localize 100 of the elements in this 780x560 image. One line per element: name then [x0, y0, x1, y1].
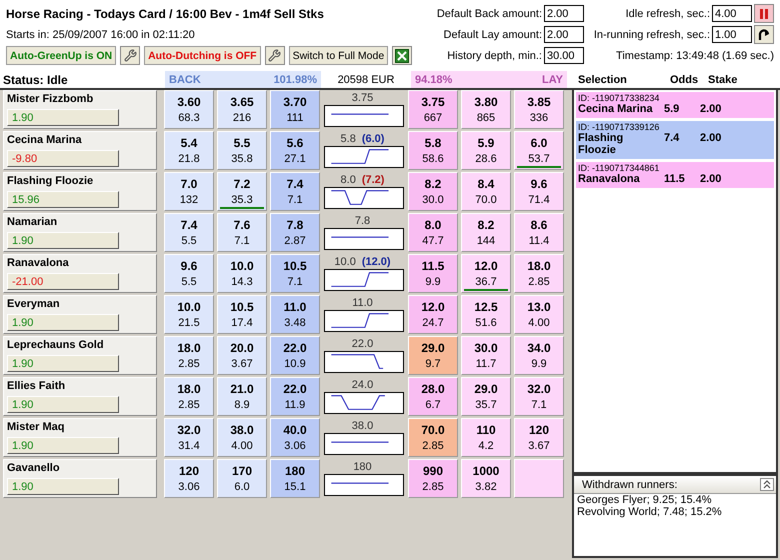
refresh-button[interactable]: [754, 25, 774, 44]
back-price-cell[interactable]: 32.0 31.4: [164, 418, 214, 457]
input-field[interactable]: 30.00: [544, 47, 584, 64]
lay-price-cell[interactable]: 12.0 24.7: [408, 295, 458, 334]
lay-price-cell[interactable]: 1000 3.82: [461, 459, 511, 498]
lay-price-cell[interactable]: 12.5 51.6: [461, 295, 511, 334]
last-price: 180: [353, 460, 372, 472]
lay-price-cell[interactable]: 13.0 4.00: [514, 295, 564, 334]
back-price-cell[interactable]: 7.4 7.1: [270, 172, 320, 211]
back-price-cell[interactable]: 38.0 4.00: [217, 418, 267, 457]
back-price-cell[interactable]: 10.0 14.3: [217, 254, 267, 293]
runner-name: Ellies Faith: [7, 380, 66, 392]
profit-button[interactable]: 1.90: [7, 437, 119, 454]
lay-price-cell[interactable]: 5.9 28.6: [461, 131, 511, 170]
lay-price-cell[interactable]: 3.75 667: [408, 90, 458, 129]
back-price-cell[interactable]: 11.0 3.48: [270, 295, 320, 334]
lay-price-cell[interactable]: 3.80 865: [461, 90, 511, 129]
back-price-cell[interactable]: 9.6 5.5: [164, 254, 214, 293]
profit-button[interactable]: -21.00: [7, 273, 119, 290]
lay-price-cell[interactable]: 8.6 11.4: [514, 213, 564, 252]
bet-item[interactable]: ID: -1190717344861 Ranavalona 11.5 2.00: [576, 162, 774, 188]
back-price-cell[interactable]: 3.60 68.3: [164, 90, 214, 129]
bet-item[interactable]: ID: -1190717338234 Cecina Marina 5.9 2.00: [576, 92, 774, 118]
empty-lay-cell[interactable]: [514, 459, 564, 498]
settings-button[interactable]: [264, 46, 285, 65]
back-price-cell[interactable]: 22.0 11.9: [270, 377, 320, 416]
back-price-cell[interactable]: 10.5 7.1: [270, 254, 320, 293]
back-price-cell[interactable]: 21.0 8.9: [217, 377, 267, 416]
wrench-icon: [268, 49, 282, 62]
profit-button[interactable]: 1.90: [7, 478, 119, 495]
profit-button[interactable]: 1.90: [7, 396, 119, 413]
field-label: Idle refresh, sec.:: [624, 8, 710, 20]
profit-button[interactable]: 1.90: [7, 355, 119, 372]
lay-price-cell[interactable]: 32.0 7.1: [514, 377, 564, 416]
profit-button[interactable]: 1.90: [7, 314, 119, 331]
column-header: Selection: [578, 74, 628, 86]
lay-price-cell[interactable]: 8.2 144: [461, 213, 511, 252]
back-price-cell[interactable]: 5.5 35.8: [217, 131, 267, 170]
column-header: Stake: [708, 74, 738, 86]
back-price-cell[interactable]: 20.0 3.67: [217, 336, 267, 375]
column-header: Odds: [670, 74, 700, 86]
lay-price-cell[interactable]: 6.0 53.7: [514, 131, 564, 170]
lay-price-cell[interactable]: 120 3.67: [514, 418, 564, 457]
runner-name: Gavanello: [7, 462, 61, 474]
back-price-cell[interactable]: 22.0 10.9: [270, 336, 320, 375]
lay-price-cell[interactable]: 3.85 336: [514, 90, 564, 129]
input-field[interactable]: 1.00: [712, 26, 752, 43]
back-price-cell[interactable]: 170 6.0: [217, 459, 267, 498]
back-price-cell[interactable]: 3.65 216: [217, 90, 267, 129]
lay-price-cell[interactable]: 9.6 71.4: [514, 172, 564, 211]
profit-button[interactable]: 1.90: [7, 232, 119, 249]
input-field[interactable]: 4.00: [712, 5, 752, 22]
lay-price-cell[interactable]: 8.4 70.0: [461, 172, 511, 211]
back-price-cell[interactable]: 5.6 27.1: [270, 131, 320, 170]
lay-price-cell[interactable]: 28.0 6.7: [408, 377, 458, 416]
lay-price-cell[interactable]: 70.0 2.85: [408, 418, 458, 457]
lay-price-cell[interactable]: 34.0 9.9: [514, 336, 564, 375]
lay-price-cell[interactable]: 5.8 58.6: [408, 131, 458, 170]
back-price-cell[interactable]: 10.0 21.5: [164, 295, 214, 334]
toggle-button[interactable]: Auto-Dutching is OFF: [144, 46, 261, 65]
lay-price-cell[interactable]: 110 4.2: [461, 418, 511, 457]
back-price-cell[interactable]: 3.70 111: [270, 90, 320, 129]
lay-price-cell[interactable]: 990 2.85: [408, 459, 458, 498]
export-button[interactable]: [392, 46, 412, 65]
back-price-cell[interactable]: 180 15.1: [270, 459, 320, 498]
lay-price-cell[interactable]: 29.0 9.7: [408, 336, 458, 375]
back-price-cell[interactable]: 10.5 17.4: [217, 295, 267, 334]
start-time-text: Starts in: 25/09/2007 16:00 in 02:11:20: [6, 28, 196, 40]
back-price-cell[interactable]: 18.0 2.85: [164, 336, 214, 375]
back-price-cell[interactable]: 120 3.06: [164, 459, 214, 498]
profit-button[interactable]: -9.80: [7, 150, 119, 167]
bet-item[interactable]: ID: -1190717339126 Flashing Floozie 7.4 2.00: [576, 121, 774, 159]
pause-button[interactable]: [754, 4, 774, 23]
collapse-button[interactable]: [760, 478, 774, 491]
lay-price-cell[interactable]: 11.5 9.9: [408, 254, 458, 293]
lay-price-cell[interactable]: 12.0 36.7: [461, 254, 511, 293]
back-price-cell[interactable]: 7.8 2.87: [270, 213, 320, 252]
withdrawn-title: Withdrawn runners:: [582, 478, 678, 490]
lay-price-cell[interactable]: 8.0 47.7: [408, 213, 458, 252]
back-price-cell[interactable]: 7.0 132: [164, 172, 214, 211]
back-price-cell[interactable]: 7.4 5.5: [164, 213, 214, 252]
profit-button[interactable]: 1.90: [7, 109, 119, 126]
refresh-icon: [758, 28, 770, 40]
input-field[interactable]: 2.00: [544, 5, 584, 22]
lay-price-cell[interactable]: 8.2 30.0: [408, 172, 458, 211]
profit-button[interactable]: 15.96: [7, 191, 119, 208]
settings-button[interactable]: [120, 46, 140, 65]
back-price-cell[interactable]: 40.0 3.06: [270, 418, 320, 457]
lay-price-cell[interactable]: 18.0 2.85: [514, 254, 564, 293]
lay-price-cell[interactable]: 29.0 35.7: [461, 377, 511, 416]
back-price-cell[interactable]: 5.4 21.8: [164, 131, 214, 170]
bet-selection: Ranavalona: [578, 173, 641, 185]
field-label: Default Lay amount:: [442, 28, 542, 40]
back-price-cell[interactable]: 7.2 35.3: [217, 172, 267, 211]
back-price-cell[interactable]: 7.6 7.1: [217, 213, 267, 252]
back-price-cell[interactable]: 18.0 2.85: [164, 377, 214, 416]
lay-price-cell[interactable]: 30.0 11.7: [461, 336, 511, 375]
full-mode-button[interactable]: Switch to Full Mode: [288, 46, 388, 65]
toggle-button[interactable]: Auto-GreenUp is ON: [6, 46, 116, 65]
input-field[interactable]: 2.00: [544, 26, 584, 43]
